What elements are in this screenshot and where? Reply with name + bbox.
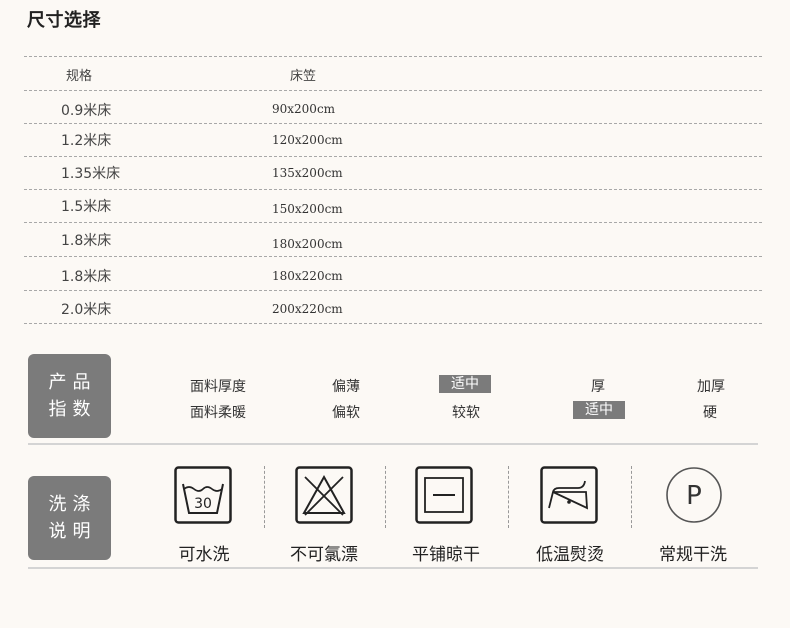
washtub-30-icon: 30 [174,466,232,524]
header-sheet: 床笠 [290,69,317,84]
dry-flat-icon [415,466,473,524]
table-row-sheet: 200x220cm [272,302,343,316]
table-row-sheet: 135x200cm [272,166,343,180]
header-spec: 规格 [66,69,93,84]
table-row-sheet: 180x220cm [272,269,343,283]
table-divider [24,323,762,324]
dry-clean-letter: P [686,481,702,511]
table-row-spec: 0.9米床 [61,103,112,119]
table-divider [24,290,762,291]
table-row-sheet: 150x200cm [272,202,343,216]
index-option: 偏软 [332,405,360,421]
index-option: 偏薄 [332,379,360,395]
care-separator [631,466,632,528]
table-row-sheet: 120x200cm [272,133,343,147]
index-option: 厚 [591,379,605,395]
care-separator [385,466,386,528]
no-bleach-icon [295,466,353,524]
table-row-spec: 1.5米床 [61,199,112,215]
section-divider [28,567,758,569]
index-option-selected: 适中 [573,401,625,419]
table-divider [24,156,762,157]
badge-text: 说明 [48,521,97,542]
table-row-sheet: 180x200cm [272,237,343,251]
dry-clean-p-icon: P [666,467,722,523]
section-title: 尺寸选择 [27,10,101,31]
care-separator [264,466,265,528]
product-index-badge: 产品 指数 [28,354,111,438]
index-option-selected: 适中 [439,375,491,393]
table-divider [24,222,762,223]
table-row-spec: 1.8米床 [61,233,112,249]
care-label: 可水洗 [178,545,230,565]
table-divider [24,256,762,257]
table-divider [24,123,762,124]
index-option: 加厚 [697,379,725,395]
care-badge: 洗涤 说明 [28,476,111,560]
index-label-softness: 面料柔暖 [190,405,246,421]
table-row-spec: 2.0米床 [61,302,112,318]
care-label: 低温熨烫 [536,545,604,565]
table-row-spec: 1.35米床 [61,166,121,182]
care-label: 平铺晾干 [412,545,480,565]
badge-text: 产品 [48,372,97,393]
iron-low-icon [540,466,598,524]
care-label: 常规干洗 [659,545,727,565]
care-separator [508,466,509,528]
wash-temp-text: 30 [194,496,212,512]
table-divider [24,90,762,91]
table-divider [24,189,762,190]
table-row-spec: 1.8米床 [61,269,112,285]
table-row-sheet: 90x200cm [272,102,336,116]
table-row-spec: 1.2米床 [61,133,112,149]
care-label: 不可氯漂 [290,545,358,565]
badge-text: 洗涤 [48,494,97,515]
badge-text: 指数 [48,399,97,420]
index-option: 较软 [452,405,480,421]
section-divider [28,443,758,445]
index-option: 硬 [703,405,717,421]
table-divider [24,56,762,57]
index-label-thickness: 面料厚度 [190,379,246,395]
